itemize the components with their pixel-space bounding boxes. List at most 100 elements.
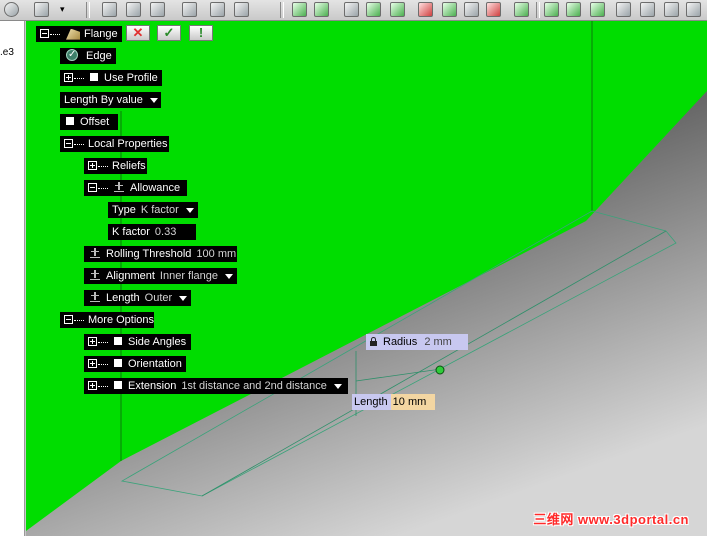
hole-icon[interactable] [366,2,381,17]
side-angles-checkbox[interactable] [114,337,122,346]
tree-connector [74,319,84,321]
mirror-icon[interactable] [150,2,165,17]
node-label: Side Angles [128,336,187,348]
watermark: 三维网 www.3dportal.cn [533,512,689,527]
fold-icon[interactable] [210,2,225,17]
rolling-threshold-field[interactable]: Rolling Threshold 100 mm [84,246,237,262]
alignment-icon [90,270,100,281]
left-panel: .e3 [0,21,25,536]
orientation-checkbox[interactable] [114,359,122,368]
tree-node-reliefs[interactable]: Reliefs [84,158,147,174]
alignment-dropdown[interactable]: Alignment Inner flange [84,268,237,284]
length-value: Outer [144,292,173,304]
node-label: Orientation [128,358,182,370]
solid-icon[interactable] [544,2,559,17]
pattern-icon[interactable] [686,2,701,17]
copy-icon[interactable] [126,2,141,17]
stamp-icon[interactable] [442,2,457,17]
rotate-icon[interactable] [4,2,19,17]
tree-connector [50,33,60,35]
chevron-down-icon[interactable] [333,383,342,389]
emboss-icon[interactable] [486,2,501,17]
expand-icon[interactable] [64,72,73,82]
toolbar-separator [536,2,540,18]
dropdown-icon[interactable]: ▾ [60,2,70,17]
node-label: Extension [128,380,177,392]
length-dropdown[interactable]: Length Outer [84,290,191,306]
length-label: Length [352,394,391,410]
collapse-icon[interactable] [88,182,97,192]
length-manipulator-value[interactable]: 10 mm [393,396,427,408]
toolbar-separator [280,2,284,18]
tab-icon[interactable] [314,2,329,17]
boolean-icon[interactable] [590,2,605,17]
use-profile-checkbox[interactable] [90,73,98,82]
measure-icon[interactable] [616,2,631,17]
length-manipulator[interactable]: Length 10 mm [352,394,435,410]
chevron-down-icon[interactable] [225,273,234,279]
node-label: Length By value [64,94,143,106]
k-factor-field[interactable]: K factor 0.33 [108,224,196,240]
offset-checkbox[interactable] [66,117,74,126]
extension-dropdown[interactable]: Extension 1st distance and 2nd distance [84,378,348,394]
radius-value[interactable]: 2 mm [424,336,452,348]
rolling-threshold-icon [90,248,100,259]
node-label: Length [106,292,140,304]
node-label: Flange [84,28,118,40]
chevron-down-icon[interactable] [185,207,194,213]
extension-value: 1st distance and 2nd distance [181,380,327,392]
node-label: Reliefs [112,160,146,172]
length-by-dropdown[interactable]: Length By value [60,92,161,108]
expand-icon[interactable] [88,336,97,346]
tree-connector [74,77,84,79]
tree-node-edge[interactable]: Edge [60,47,116,64]
tree-node-use-profile[interactable]: Use Profile [60,70,162,86]
relief-icon[interactable] [418,2,433,17]
hem-icon[interactable] [292,2,307,17]
unfold-icon[interactable] [464,2,479,17]
tree-node-side-angles[interactable]: Side Angles [84,334,191,350]
view-icon[interactable] [514,2,529,17]
expand-icon[interactable] [88,160,97,170]
analyze-icon[interactable] [640,2,655,17]
radius-manipulator[interactable]: Radius 2 mm [366,334,468,350]
length-icon [90,292,100,303]
shell-icon[interactable] [566,2,581,17]
cancel-button[interactable]: ✕ [126,25,150,41]
flange-icon[interactable] [234,2,249,17]
corner-icon[interactable] [390,2,405,17]
wall-icon[interactable] [182,2,197,17]
tree-node-allowance[interactable]: Allowance [84,180,187,196]
main-toolbar: ▾ [0,0,707,21]
collapse-icon[interactable] [64,138,73,148]
type-dropdown[interactable]: Type K factor [108,202,198,218]
expand-icon[interactable] [88,358,97,368]
tree-node-flange[interactable]: Flange [36,26,122,42]
transform-icon[interactable] [664,2,679,17]
collapse-icon[interactable] [64,314,73,324]
tree-node-more-options[interactable]: More Options [60,312,154,328]
rolling-threshold-value[interactable]: 100 mm [196,248,236,260]
chevron-down-icon[interactable] [149,97,158,103]
ok-button[interactable]: ✓ [157,25,181,41]
length-handle[interactable] [435,365,445,375]
cut-icon[interactable] [344,2,359,17]
flange-feature-icon [66,28,80,40]
apply-button[interactable]: ! [189,25,213,41]
tree-connector [98,385,108,387]
node-label: Type [112,204,136,216]
alignment-value: Inner flange [159,270,219,282]
k-factor-value[interactable]: 0.33 [155,226,176,238]
tree-node-local-properties[interactable]: Local Properties [60,136,169,152]
type-value: K factor [140,204,179,216]
chevron-down-icon[interactable] [179,295,188,301]
file-tab-label[interactable]: .e3 [0,47,14,58]
expand-icon[interactable] [88,380,97,390]
tree-node-orientation[interactable]: Orientation [84,356,186,372]
collapse-icon[interactable] [40,28,49,38]
sketch-icon[interactable] [102,2,117,17]
tree-node-offset[interactable]: Offset [60,114,118,130]
extension-checkbox[interactable] [114,381,122,390]
box-icon[interactable] [34,2,49,17]
lock-icon[interactable] [370,336,377,346]
